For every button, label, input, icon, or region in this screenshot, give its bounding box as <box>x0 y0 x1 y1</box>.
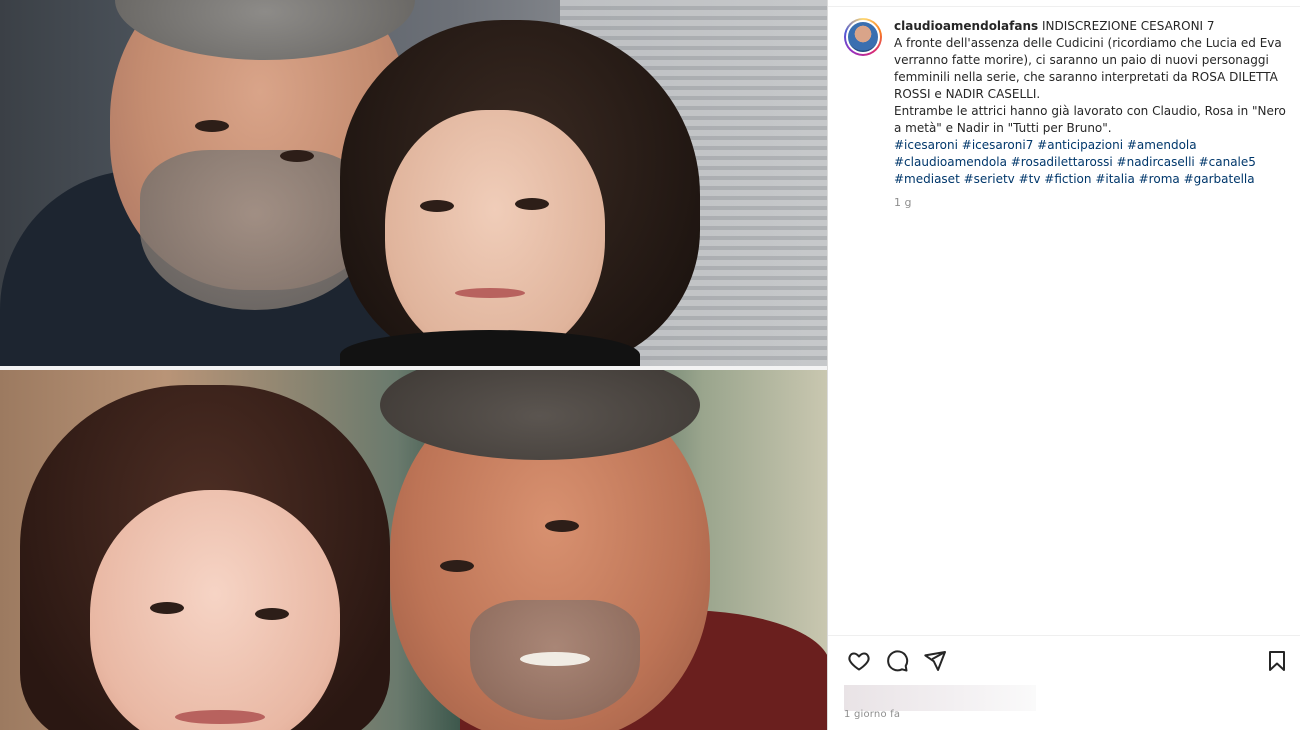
woman-face <box>385 110 605 360</box>
hashtag-link[interactable]: #icesaroni <box>894 138 958 152</box>
comment-button[interactable] <box>882 646 912 676</box>
hashtag-link[interactable]: #anticipazioni <box>1037 138 1123 152</box>
hashtag-link[interactable]: #icesaroni7 <box>962 138 1034 152</box>
hashtag-link[interactable]: #canale5 <box>1199 155 1256 169</box>
caption: claudioamendolafans INDISCREZIONE CESARO… <box>894 18 1289 211</box>
hashtag-link[interactable]: #mediaset <box>894 172 960 186</box>
woman-right-eye <box>515 198 549 210</box>
caption-paragraph: Entrambe le attrici hanno già lavorato c… <box>894 104 1286 135</box>
hashtag-link[interactable]: #serietv <box>964 172 1015 186</box>
hashtag-link[interactable]: #tv <box>1019 172 1041 186</box>
save-button[interactable] <box>1262 646 1292 676</box>
man-beard <box>140 150 370 310</box>
like-button[interactable] <box>844 646 874 676</box>
hashtag-link[interactable]: #fiction <box>1044 172 1091 186</box>
hashtag-link[interactable]: #italia <box>1095 172 1134 186</box>
hashtag-link[interactable]: #rosadilettarossi <box>1011 155 1113 169</box>
girl-right-eye <box>255 608 289 620</box>
bookmark-icon <box>1269 651 1285 671</box>
photo-bottom <box>0 370 827 730</box>
woman-left-eye <box>420 200 454 212</box>
avatar-image <box>846 20 880 54</box>
username-link[interactable]: claudioamendolafans <box>894 19 1038 33</box>
hashtag-list: #icesaroni #icesaroni7 #anticipazioni #a… <box>894 137 1289 188</box>
caption-paragraph: A fronte dell'assenza delle Cudicini (ri… <box>894 36 1282 101</box>
hashtag-link[interactable]: #amendola <box>1127 138 1197 152</box>
hashtag-link[interactable]: #nadircaselli <box>1117 155 1195 169</box>
woman-mouth <box>455 288 525 298</box>
hashtag-link[interactable]: #roma <box>1139 172 1180 186</box>
send-icon <box>924 651 946 671</box>
instagram-post: claudioamendolafans INDISCREZIONE CESARO… <box>0 0 1300 730</box>
girl-mouth <box>175 710 265 724</box>
hashtag-link[interactable]: #claudioamendola <box>894 155 1007 169</box>
avatar[interactable] <box>844 18 882 56</box>
share-button[interactable] <box>920 646 950 676</box>
post-date[interactable]: 1 giorno fa <box>844 709 900 720</box>
caption-title: INDISCREZIONE CESARONI 7 <box>1041 19 1215 33</box>
caption-timestamp[interactable]: 1 g <box>894 194 1289 211</box>
man-left-eye <box>440 560 474 572</box>
man-right-eye <box>280 150 314 162</box>
photo-top <box>0 0 827 366</box>
girl-left-eye <box>150 602 184 614</box>
divider <box>828 6 1300 7</box>
divider <box>828 635 1300 636</box>
girl-face <box>90 490 340 730</box>
action-bar <box>844 646 1292 676</box>
man-smile <box>520 652 590 666</box>
man-right-eye <box>545 520 579 532</box>
heart-icon <box>848 652 870 671</box>
post-media[interactable] <box>0 0 827 730</box>
man-left-eye <box>195 120 229 132</box>
post-details: claudioamendolafans INDISCREZIONE CESARO… <box>827 0 1300 730</box>
comment-icon <box>887 650 909 672</box>
hashtag-link[interactable]: #garbatella <box>1184 172 1255 186</box>
likes-placeholder <box>844 685 1036 711</box>
caption-block: claudioamendolafans INDISCREZIONE CESARO… <box>844 18 1294 211</box>
